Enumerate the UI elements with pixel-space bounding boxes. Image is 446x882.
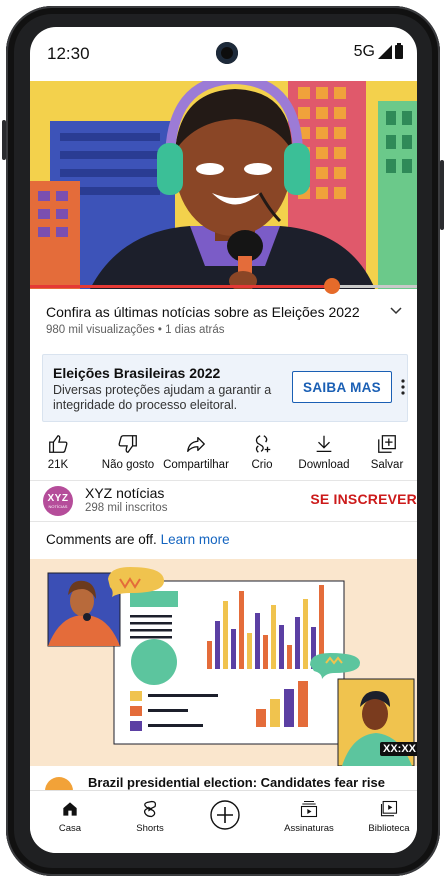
nav-home[interactable]: Casa [48, 799, 92, 834]
remix-label: Crio [251, 459, 273, 471]
info-panel: Eleições Brasileiras 2022 Diversas prote… [42, 354, 408, 422]
network-label: 5G [353, 43, 375, 60]
subscribe-button[interactable]: SE INSCREVER [310, 491, 417, 507]
remix-button[interactable]: Crio [245, 433, 279, 471]
info-panel-description: Diversas proteções ajudam a garantir a i… [53, 383, 272, 412]
learn-more-button[interactable]: SAIBA MAS [292, 371, 392, 403]
share-button[interactable]: Compartilhar [160, 433, 232, 471]
dislike-label: Não gosto [101, 459, 155, 471]
nav-shorts[interactable]: Shorts [128, 799, 172, 834]
video-illustration [30, 81, 417, 289]
channel-avatar-subtext: NOTÍCIAS [48, 503, 68, 509]
video-player[interactable] [30, 81, 417, 289]
nav-create[interactable] [210, 799, 240, 831]
info-panel-title: Eleições Brasileiras 2022 [53, 365, 221, 381]
more-options-icon[interactable] [400, 377, 406, 397]
video-meta: 980 mil visualizações • 1 dias atrás [46, 324, 225, 336]
video-title[interactable]: Confira as últimas notícias sobre as Ele… [46, 304, 366, 320]
next-video-thumbnail[interactable] [30, 559, 417, 766]
nav-shorts-label: Shorts [136, 823, 164, 834]
remix-icon [255, 435, 271, 453]
comments-off-text: Comments are off. [46, 532, 157, 547]
divider [30, 521, 417, 522]
video-duration-badge: XX:XX [380, 742, 417, 756]
next-video-title[interactable]: Brazil presidential election: Candidates… [88, 775, 385, 790]
save-label: Salvar [370, 459, 404, 471]
learn-more-link[interactable]: Learn more [161, 532, 230, 547]
nav-library[interactable]: Biblioteca [364, 799, 414, 834]
save-icon [378, 435, 396, 453]
divider [30, 480, 417, 481]
thumb-down-icon [118, 435, 137, 453]
nav-home-label: Casa [58, 823, 82, 834]
video-scrubber-handle[interactable] [323, 278, 340, 294]
download-button[interactable]: Download [296, 433, 352, 471]
comments-status: Comments are off. Learn more [46, 532, 230, 547]
like-button[interactable]: 21K [36, 433, 80, 471]
like-count: 21K [47, 459, 69, 471]
dislike-button[interactable]: Não gosto [98, 433, 158, 471]
status-bar: 12:30 5G [30, 27, 417, 81]
thumb-up-icon [49, 435, 68, 453]
nav-subscriptions-label: Assinaturas [284, 823, 334, 834]
channel-avatar[interactable]: XYZ NOTÍCIAS [43, 486, 73, 516]
download-label: Download [298, 459, 350, 471]
shorts-icon [143, 800, 157, 818]
status-time: 12:30 [47, 44, 90, 63]
side-button [2, 120, 6, 160]
nav-library-label: Biblioteca [368, 823, 410, 834]
channel-avatar-text: XYZ [47, 492, 69, 504]
channel-subscribers: 298 mil inscritos [85, 502, 168, 514]
create-icon [210, 800, 240, 830]
share-icon [187, 436, 205, 452]
action-row: 21K Não gosto Compartilhar Crio Download… [30, 433, 417, 473]
nav-subscriptions[interactable]: Assinaturas [278, 799, 340, 834]
battery-icon [395, 43, 403, 59]
video-progress-bar[interactable] [30, 278, 417, 294]
share-label: Compartilhar [163, 459, 229, 471]
screen: 12:30 5G Confira as últimas notícias sob… [30, 27, 417, 853]
side-button [440, 160, 444, 230]
chevron-down-icon[interactable] [389, 304, 403, 318]
bottom-navigation: Casa Shorts Assinaturas Biblioteca [30, 790, 417, 853]
signal-icon [378, 45, 392, 59]
channel-name[interactable]: XYZ notícias [85, 485, 164, 501]
subscriptions-icon [300, 800, 318, 818]
front-camera [216, 42, 238, 64]
home-icon [63, 802, 77, 816]
status-icons: 5G [354, 43, 403, 61]
thumbnail-illustration [30, 559, 417, 766]
save-button[interactable]: Salvar [367, 433, 407, 471]
download-icon [316, 435, 332, 452]
library-icon [380, 800, 398, 817]
video-progress-fill [30, 285, 332, 288]
